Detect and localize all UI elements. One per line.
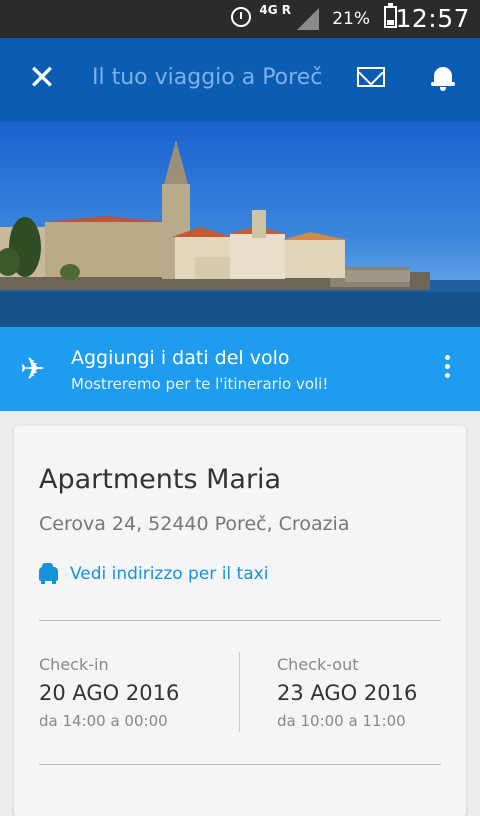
checkout-time: da 10:00 a 11:00 <box>277 712 406 730</box>
add-flight-title: Aggiungi i dati del volo <box>71 347 290 369</box>
signal-icon <box>297 8 319 30</box>
network-indicator: 4G R <box>259 4 291 16</box>
status-clock: 12:57 <box>395 4 470 33</box>
roaming-indicator: R <box>281 3 291 17</box>
bell-icon[interactable] <box>431 65 455 91</box>
trip-title: Il tuo viaggio a Poreč <box>92 65 323 90</box>
destination-photo <box>0 122 480 327</box>
vertical-divider <box>239 652 240 732</box>
hotel-card: Apartments Maria Cerova 24, 52440 Poreč,… <box>14 426 466 816</box>
mail-icon[interactable] <box>357 67 385 87</box>
divider <box>39 764 441 765</box>
status-bar: 4G R 21% 12:57 <box>0 0 480 38</box>
checkin-date: 20 AGO 2016 <box>39 681 180 705</box>
taxi-link-label: Vedi indirizzo per il taxi <box>70 564 269 584</box>
network-type: 4G <box>259 3 278 17</box>
checkout-label: Check-out <box>277 655 359 674</box>
hotel-address: Cerova 24, 52440 Poreč, Croazia <box>39 513 350 535</box>
airplane-icon: ✈ <box>20 352 46 387</box>
app-bar: ✕ Il tuo viaggio a Poreč <box>0 38 480 122</box>
alarm-icon <box>231 7 251 27</box>
close-icon[interactable]: ✕ <box>24 60 60 96</box>
more-options-icon[interactable] <box>440 355 454 383</box>
hotel-name: Apartments Maria <box>39 464 282 495</box>
checkin-time: da 14:00 a 00:00 <box>39 712 168 730</box>
add-flight-subtitle: Mostreremo per te l'itinerario voli! <box>71 375 329 393</box>
car-icon <box>39 563 58 584</box>
checkin-label: Check-in <box>39 655 109 674</box>
porec-townscape-image <box>0 140 480 327</box>
battery-percent: 21% <box>332 9 370 29</box>
add-flight-banner[interactable]: ✈ Aggiungi i dati del volo Mostreremo pe… <box>0 327 480 411</box>
divider <box>39 620 441 621</box>
checkout-date: 23 AGO 2016 <box>277 681 418 705</box>
taxi-address-link[interactable]: Vedi indirizzo per il taxi <box>39 563 269 584</box>
